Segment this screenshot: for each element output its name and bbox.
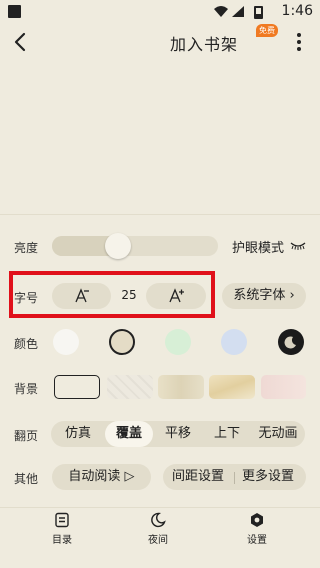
notification-icon	[8, 5, 21, 18]
page-turn-option-slide[interactable]: 平移	[153, 421, 203, 447]
page-turn-option-none[interactable]: 无动画	[251, 421, 305, 447]
background-thumb-paper[interactable]	[158, 375, 204, 399]
panel-divider	[0, 214, 320, 215]
brightness-knob[interactable]	[105, 233, 132, 259]
font-increase-icon	[169, 288, 184, 303]
background-thumb-plain[interactable]	[54, 375, 100, 399]
page-turn-label: 翻页	[14, 429, 39, 443]
decrease-font-button[interactable]	[52, 283, 111, 309]
catalog-icon	[55, 512, 69, 528]
tab-catalog[interactable]: 目录	[32, 512, 92, 546]
background-thumb-gold[interactable]	[209, 375, 255, 399]
color-swatch-green[interactable]	[165, 329, 191, 355]
status-time: 1:46	[281, 3, 313, 19]
status-bar: 1:46	[0, 0, 320, 24]
free-badge: 免费	[256, 24, 278, 37]
system-font-button[interactable]: 系统字体 ›	[222, 283, 306, 309]
auto-read-button[interactable]: 自动阅读 ▷	[52, 464, 151, 490]
color-swatch-dark[interactable]	[278, 329, 304, 355]
combo-separator	[234, 472, 235, 484]
settings-icon	[251, 513, 263, 527]
spacing-settings-button[interactable]: 间距设置	[172, 464, 224, 490]
increase-font-button[interactable]	[146, 283, 206, 309]
background-thumb-pink[interactable]	[261, 375, 306, 399]
page-turn-option-simulation[interactable]: 仿真	[51, 421, 105, 447]
brightness-slider[interactable]	[52, 233, 218, 259]
font-decrease-icon	[74, 288, 89, 303]
tab-settings-label: 设置	[247, 535, 267, 546]
tabbar-divider	[0, 507, 320, 508]
background-label: 背景	[14, 382, 39, 396]
eye-mode-toggle[interactable]: 护眼模式	[232, 237, 284, 256]
settings-combo: 间距设置 更多设置	[163, 464, 306, 490]
tab-night[interactable]: 夜间	[128, 512, 188, 546]
page-turn-option-vertical[interactable]: 上下	[203, 421, 251, 447]
tab-night-label: 夜间	[148, 535, 168, 546]
font-size-label: 字号	[14, 291, 39, 305]
moon-icon	[151, 512, 166, 528]
back-arrow-icon[interactable]	[9, 30, 33, 54]
system-status-icons	[214, 6, 263, 19]
color-label: 颜色	[14, 337, 39, 351]
tab-catalog-label: 目录	[52, 535, 72, 546]
color-swatch-blue[interactable]	[221, 329, 247, 355]
page-turn-option-cover[interactable]: 覆盖	[105, 421, 153, 447]
brightness-label: 亮度	[14, 241, 39, 255]
other-label: 其他	[14, 472, 39, 486]
font-size-value: 25	[121, 288, 137, 302]
add-to-shelf-button[interactable]: 加入书架	[170, 31, 238, 55]
more-settings-button[interactable]: 更多设置	[242, 464, 294, 490]
color-swatch-beige[interactable]	[109, 329, 135, 355]
color-swatch-white[interactable]	[53, 329, 79, 355]
tab-settings[interactable]: 设置	[227, 512, 287, 546]
closed-eye-icon[interactable]	[290, 241, 306, 251]
moon-icon	[284, 336, 296, 349]
page-turn-selector: 仿真 覆盖 平移 上下 无动画	[51, 421, 305, 447]
more-menu-icon[interactable]	[292, 30, 306, 54]
background-thumb-bamboo[interactable]	[107, 375, 153, 399]
